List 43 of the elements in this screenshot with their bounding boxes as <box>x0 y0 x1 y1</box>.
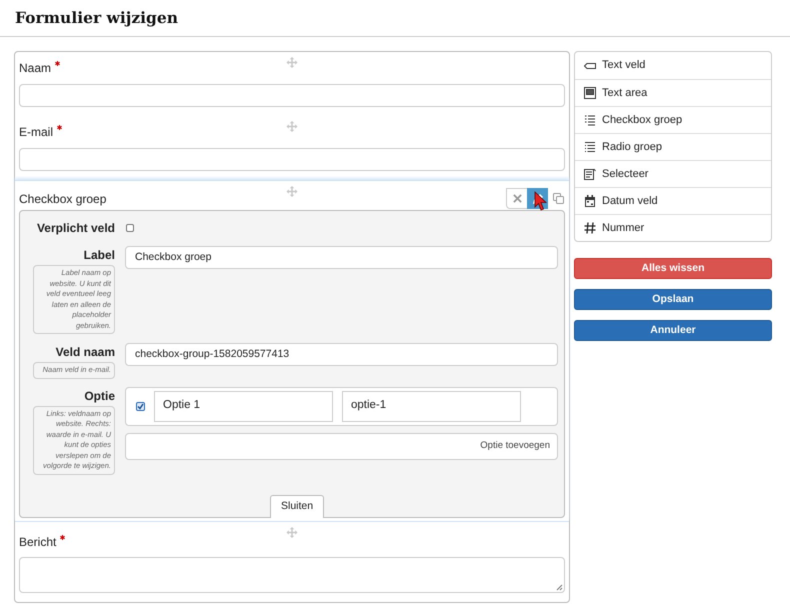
page-title: Formulier wijzigen <box>0 0 790 37</box>
option-value-input[interactable]: optie-1 <box>342 390 521 422</box>
field-label: Checkbox groep <box>19 190 106 208</box>
list-icon <box>584 141 596 153</box>
text-input[interactable] <box>19 148 565 171</box>
text-area-icon <box>584 87 596 99</box>
move-icon[interactable] <box>286 527 298 538</box>
resize-handle-icon[interactable] <box>556 584 563 591</box>
palette-item[interactable]: Text veld <box>575 52 771 79</box>
option-label-input[interactable]: Optie 1 <box>154 390 333 422</box>
palette-item[interactable]: Checkbox groep <box>575 106 771 133</box>
action-button[interactable]: Alles wissen <box>574 258 772 279</box>
palette-item[interactable]: Nummer <box>575 214 771 241</box>
text-input[interactable] <box>19 84 565 107</box>
text-input[interactable]: Checkbox groep <box>125 246 558 269</box>
palette-item[interactable]: Selecteer <box>575 160 771 187</box>
field-label: Bericht <box>19 534 56 551</box>
hash-icon <box>584 222 596 234</box>
close-icon <box>512 194 522 203</box>
calendar-icon <box>584 195 596 207</box>
palette-item[interactable]: Radio groep <box>575 133 771 160</box>
field-label: Optie <box>83 388 115 404</box>
checklist-icon <box>584 114 596 126</box>
move-icon[interactable] <box>286 186 298 197</box>
field-label: Naam <box>19 60 52 77</box>
field-label: Verplicht veld <box>36 220 115 237</box>
action-button[interactable]: Annuleer <box>574 320 772 341</box>
palette-item[interactable]: Text area <box>575 79 771 106</box>
select-icon <box>584 168 596 180</box>
action-button[interactable]: Opslaan <box>574 289 772 310</box>
palette-item[interactable]: Datum veld <box>575 187 771 214</box>
field-label: Label <box>82 247 115 264</box>
move-icon[interactable] <box>286 57 298 68</box>
checkbox[interactable] <box>136 402 145 410</box>
field-label: Veld naam <box>54 344 115 361</box>
checkbox[interactable] <box>126 224 134 232</box>
field-label: E-mail <box>19 124 54 141</box>
close-tab[interactable]: Sluiten <box>270 495 324 518</box>
text-input[interactable]: checkbox-group-1582059577413 <box>125 343 558 366</box>
add-option-button[interactable]: Optie toevoegen <box>125 432 558 460</box>
copy-icon <box>553 193 564 204</box>
cursor-icon <box>534 191 547 211</box>
move-icon[interactable] <box>286 121 298 132</box>
